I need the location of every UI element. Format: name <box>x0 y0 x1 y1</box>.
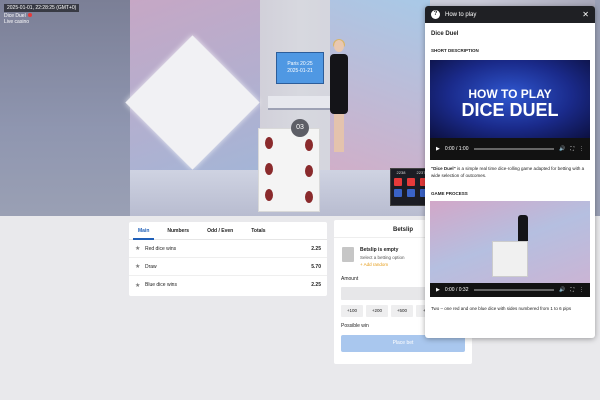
section-short-description: SHORT DESCRIPTION <box>431 48 479 53</box>
betslip-empty-subtitle: Select a betting option <box>360 255 405 260</box>
studio-screen: Paris 20:25 2025-01-21 <box>276 52 324 84</box>
bet-odds: 2.25 <box>311 282 321 288</box>
chip-100[interactable]: +100 <box>341 305 363 317</box>
question-icon: ? <box>431 10 440 19</box>
history-blue-dice-icon <box>393 189 402 197</box>
bet-option-label: Red dice wins <box>145 245 177 252</box>
bet-option-label: Blue dice wins <box>145 282 177 288</box>
play-icon[interactable]: ▶ <box>436 146 440 152</box>
more-options-icon[interactable]: ⋮ <box>579 287 584 293</box>
favorite-star-icon[interactable]: ★ <box>135 263 145 270</box>
video-side-blur <box>0 0 130 216</box>
bet-option-blue-wins[interactable]: ★ Blue dice wins 2.25 <box>129 276 327 294</box>
video-title-line-2: DICE DUEL <box>461 100 559 120</box>
screen-line-2: 2025-01-21 <box>287 68 313 74</box>
betslip-empty-title: Betslip is empty <box>360 247 399 253</box>
more-options-icon[interactable]: ⋮ <box>579 146 584 152</box>
tab-numbers[interactable]: Numbers <box>158 222 198 239</box>
live-dot-icon <box>27 13 32 17</box>
chip-200[interactable]: +200 <box>366 305 388 317</box>
screen-line-1: Paris 20:25 <box>287 61 313 67</box>
bet-option-label: Draw <box>145 263 157 270</box>
how-to-play-modal: ? How to play ✕ Dice Duel SHORT DESCRIPT… <box>425 6 595 338</box>
game-title: Dice Duel <box>431 31 459 37</box>
giant-dice <box>258 128 320 212</box>
play-icon[interactable]: ▶ <box>436 287 440 293</box>
round-number-badge: 03 <box>291 119 309 137</box>
favorite-star-icon[interactable]: ★ <box>135 245 145 252</box>
bet-option-draw[interactable]: ★ Draw 5.70 <box>129 258 327 276</box>
fullscreen-icon[interactable]: ⛶ <box>570 287 574 293</box>
game-process-video[interactable]: ▶ 0:00 / 0:32 🔊 ⛶ ⋮ <box>430 201 590 297</box>
video-dice <box>492 241 528 277</box>
chip-500[interactable]: +500 <box>391 305 413 317</box>
history-red-dice-icon <box>406 178 415 186</box>
tab-totals[interactable]: Totals <box>242 222 274 239</box>
bet-markets-card: Main Numbers Odd / Even Totals ★ Red dic… <box>129 222 327 296</box>
video-time: 0:00 / 1:00 <box>444 146 469 152</box>
add-random-link[interactable]: + Add random <box>360 262 405 267</box>
bet-option-red-wins[interactable]: ★ Red dice wins 2.25 <box>129 240 327 258</box>
history-blue-dice-icon <box>406 189 415 197</box>
video-title-line-1: HOW TO PLAY <box>468 87 552 101</box>
market-tabs: Main Numbers Odd / Even Totals <box>129 222 327 240</box>
brand-subtitle: Live casino <box>4 19 30 25</box>
video-progress-bar[interactable] <box>473 148 555 150</box>
volume-icon[interactable]: 🔊 <box>559 146 565 152</box>
favorite-star-icon[interactable]: ★ <box>135 282 145 289</box>
game-description: "Dice Duel" is a simple real time dice-r… <box>425 160 595 188</box>
video-progress-bar[interactable] <box>473 289 555 291</box>
bet-odds: 2.25 <box>311 245 321 252</box>
video-controls: ▶ 0:00 / 0:32 🔊 ⛶ ⋮ <box>430 283 590 297</box>
video-time: 0:00 / 0:32 <box>444 287 469 293</box>
close-icon[interactable]: ✕ <box>582 10 589 19</box>
game-description-highlight: "Dice Duel" <box>431 166 456 171</box>
stream-timestamp: 2025-01-01, 22:28:25 (GMT+0) <box>4 4 80 12</box>
fullscreen-icon[interactable]: ⛶ <box>570 146 574 152</box>
modal-header: ? How to play ✕ <box>425 6 595 23</box>
document-icon <box>342 247 354 262</box>
volume-icon[interactable]: 🔊 <box>559 287 565 293</box>
dealer <box>326 39 352 152</box>
tab-odd-even[interactable]: Odd / Even <box>198 222 242 239</box>
history-header-1: 2238 <box>396 170 406 175</box>
tab-main[interactable]: Main <box>129 222 158 240</box>
history-red-dice-icon <box>393 178 402 186</box>
video-side-blur-right <box>595 0 600 216</box>
tutorial-video[interactable]: HOW TO PLAY DICE DUEL ▶ 0:00 / 1:00 🔊 ⛶ … <box>430 60 590 160</box>
modal-title: How to play <box>445 11 477 18</box>
brand-logo: Dice Duel Live casino <box>4 13 32 25</box>
game-process-text: Two – one red and one blue dice with sid… <box>431 306 572 311</box>
bet-odds: 5.70 <box>311 263 321 270</box>
section-game-process: GAME PROCESS <box>431 191 468 196</box>
video-controls: ▶ 0:00 / 1:00 🔊 ⛶ ⋮ <box>430 138 590 160</box>
